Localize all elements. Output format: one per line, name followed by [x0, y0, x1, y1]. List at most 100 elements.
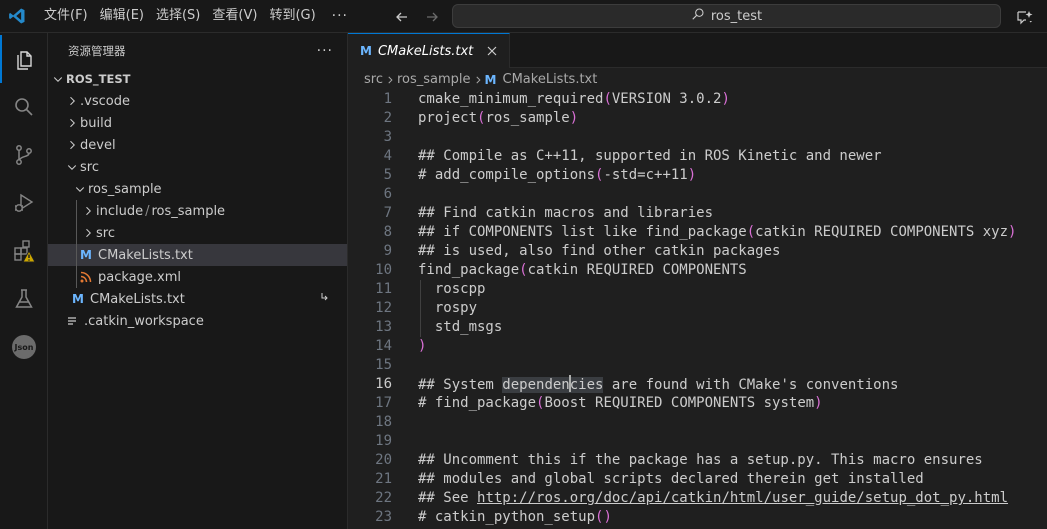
cmake-file-icon: M — [360, 44, 372, 58]
code-line[interactable]: 23 # catkin_python_setup() — [348, 508, 1047, 527]
menu-view[interactable]: 查看(V) — [206, 5, 263, 27]
breadcrumb-item[interactable]: ros_sample — [397, 72, 471, 87]
code-line[interactable]: 15 — [348, 356, 1047, 375]
activity-bar: Json — [0, 33, 48, 529]
code-line[interactable]: 16 ## System dependencies are found with … — [348, 375, 1047, 394]
chevron-right-icon — [80, 225, 96, 241]
code-line-text: ## System dependencies are found with CM… — [418, 375, 899, 393]
tree-folder-build[interactable]: build — [48, 112, 347, 134]
code-line[interactable]: 8 ## if COMPONENTS list like find_package… — [348, 223, 1047, 242]
json-icon-label: Json — [14, 342, 34, 352]
menu-edit[interactable]: 编辑(E) — [94, 5, 150, 27]
menu-selection[interactable]: 选择(S) — [150, 5, 206, 27]
line-number: 17 — [375, 395, 392, 411]
tree-folder-vscode[interactable]: .vscode — [48, 90, 347, 112]
menu-go[interactable]: 转到(G) — [263, 5, 321, 27]
indent-guide — [76, 266, 77, 288]
code-line[interactable]: 1 cmake_minimum_required(VERSION 3.0.2) — [348, 90, 1047, 109]
run-debug-icon[interactable] — [0, 179, 48, 227]
explorer-more-button[interactable]: ··· — [317, 43, 333, 59]
tree-folder-label: src — [96, 225, 115, 241]
code-line[interactable]: 19 — [348, 432, 1047, 451]
tree-folder-src[interactable]: src — [48, 156, 347, 178]
chevron-down-icon — [50, 71, 66, 87]
line-number: 15 — [375, 357, 392, 373]
tree-file-package-xml[interactable]: package.xml — [48, 266, 347, 288]
code-line[interactable]: 22 ## See http://ros.org/doc/api/catkin/h… — [348, 489, 1047, 508]
chevron-down-icon — [72, 181, 88, 197]
breadcrumb-item[interactable]: src — [364, 72, 383, 87]
chevron-right-icon — [80, 203, 96, 219]
source-control-icon[interactable] — [0, 131, 48, 179]
tree-folder-label: include — [96, 203, 144, 219]
extensions-icon[interactable] — [0, 227, 48, 275]
tree-folder-ros-sample[interactable]: ros_sample — [48, 178, 347, 200]
search-icon[interactable] — [0, 83, 48, 131]
tree-file-label: .catkin_workspace — [84, 313, 204, 329]
line-number: 11 — [375, 281, 392, 297]
line-number: 10 — [375, 262, 392, 278]
line-number: 5 — [383, 167, 392, 183]
json-icon[interactable]: Json — [0, 323, 48, 371]
code-line[interactable]: 3 — [348, 128, 1047, 147]
tree-folder-include[interactable]: include / ros_sample — [48, 200, 347, 222]
line-number: 1 — [383, 91, 392, 107]
code-line[interactable]: 9 ## is used, also find other catkin pack… — [348, 242, 1047, 261]
code-line-text: # find_package(Boost REQUIRED COMPONENTS… — [418, 395, 823, 411]
line-number: 9 — [383, 243, 392, 259]
tree-folder-label: build — [80, 115, 112, 131]
code-line-text: ## Uncomment this if the package has a s… — [418, 452, 983, 468]
code-line[interactable]: 21 ## modules and global scripts declared… — [348, 470, 1047, 489]
code-line-text: # catkin_python_setup() — [418, 509, 612, 525]
code-editor[interactable]: 1 cmake_minimum_required(VERSION 3.0.2) 2 p… — [348, 90, 1047, 527]
close-icon[interactable] — [483, 42, 501, 60]
explorer-header: 资源管理器 ··· — [48, 33, 347, 68]
explorer-icon[interactable] — [0, 35, 48, 83]
code-line[interactable]: 4 ## Compile as C++11, supported in ROS K… — [348, 147, 1047, 166]
tree-file-cmakelists-outer[interactable]: M CMakeLists.txt — [48, 288, 347, 310]
code-line[interactable]: 5 # add_compile_options(-std=c++11) — [348, 166, 1047, 185]
tree-folder-label: .vscode — [80, 93, 130, 109]
code-line[interactable]: 6 — [348, 185, 1047, 204]
breadcrumb: src ros_sample M CMakeLists.txt — [348, 68, 1047, 91]
forward-arrow-icon[interactable] — [422, 7, 442, 27]
chevron-right-icon — [64, 93, 80, 109]
code-line-text: ## Compile as C++11, supported in ROS Ki… — [418, 148, 882, 164]
code-line[interactable]: 18 — [348, 413, 1047, 432]
code-line[interactable]: 2 project(ros_sample) — [348, 109, 1047, 128]
code-line[interactable]: 14) — [348, 337, 1047, 356]
indent-guide — [76, 222, 77, 244]
tree-file-cmakelists-inner[interactable]: M CMakeLists.txt — [48, 244, 347, 266]
tree-file-catkin-workspace[interactable]: .catkin_workspace — [48, 310, 347, 332]
menu-file[interactable]: 文件(F) — [38, 5, 94, 27]
code-line[interactable]: 17 # find_package(Boost REQUIRED COMPONEN… — [348, 394, 1047, 413]
line-number: 6 — [383, 186, 392, 202]
code-line[interactable]: 20 ## Uncomment this if the package has a… — [348, 451, 1047, 470]
tree-folder-label: ros_sample — [88, 181, 162, 197]
code-line[interactable]: 7 ## Find catkin macros and libraries — [348, 204, 1047, 223]
navigation-arrows — [392, 0, 442, 33]
code-line[interactable]: 13 std_msgs — [348, 318, 1047, 337]
code-line[interactable]: 12 rospy — [348, 299, 1047, 318]
symlink-arrow-icon — [319, 291, 329, 307]
tree-folder-devel[interactable]: devel — [48, 134, 347, 156]
file-tree: ROS_TEST .vscode build devel src ros_sam… — [48, 68, 347, 332]
rss-file-icon — [78, 269, 94, 285]
line-number: 19 — [375, 433, 392, 449]
menu-more-button[interactable]: ··· — [322, 8, 358, 24]
line-number: 13 — [375, 319, 392, 335]
cmake-file-icon: M — [484, 72, 497, 87]
command-center-label: ros_test — [710, 8, 763, 24]
breadcrumb-item[interactable]: CMakeLists.txt — [503, 72, 598, 87]
back-arrow-icon[interactable] — [392, 7, 412, 27]
tab-cmakelists[interactable]: M CMakeLists.txt — [348, 33, 511, 68]
code-line[interactable]: 10 find_package(catkin REQUIRED COMPONENT… — [348, 261, 1047, 280]
command-center-search[interactable]: ros_test — [452, 4, 1001, 28]
tree-folder-inner-src[interactable]: src — [48, 222, 347, 244]
testing-icon[interactable] — [0, 275, 48, 323]
code-line-text: ## if COMPONENTS list like find_package(… — [418, 224, 1017, 240]
code-line[interactable]: 11 roscpp — [348, 280, 1047, 299]
tree-root-ros-test[interactable]: ROS_TEST — [48, 68, 347, 90]
code-line-text: rospy — [418, 300, 478, 316]
copilot-chat-icon[interactable] — [1010, 6, 1040, 28]
